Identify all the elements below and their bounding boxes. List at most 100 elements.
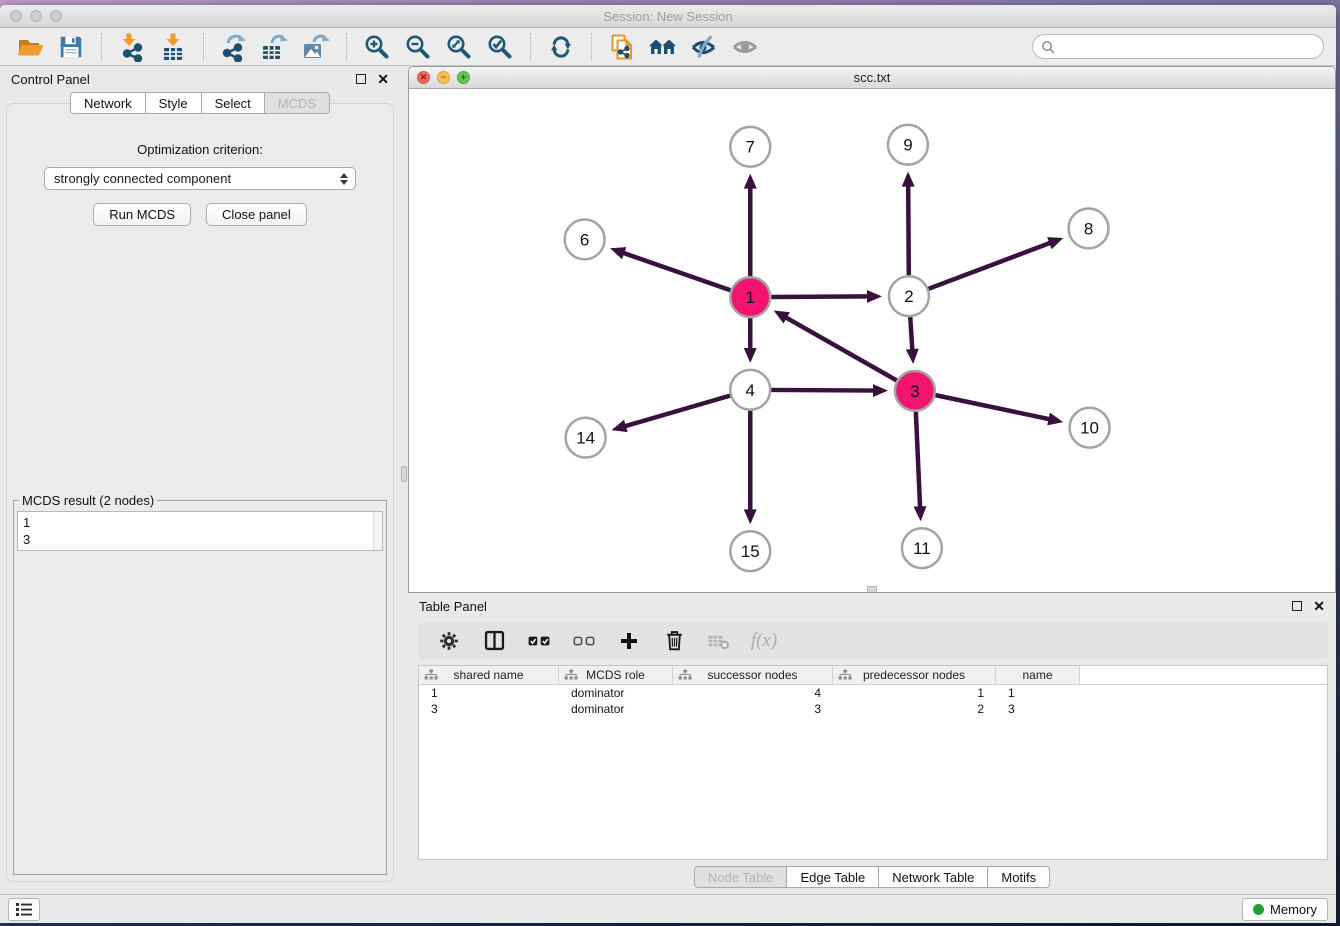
duplicate-network-icon xyxy=(607,32,637,62)
import-table-button[interactable] xyxy=(155,31,191,63)
task-history-button[interactable] xyxy=(8,898,40,921)
column-header-name[interactable]: name xyxy=(996,666,1080,684)
duplicate-network-button[interactable] xyxy=(604,31,640,63)
table-cell[interactable]: 3 xyxy=(419,701,559,717)
close-panel-icon[interactable]: ✕ xyxy=(377,74,389,84)
panel-splitter[interactable] xyxy=(400,66,408,894)
tab-network-table[interactable]: Network Table xyxy=(878,866,988,888)
table-cell[interactable]: 4 xyxy=(673,685,833,701)
hide-all-columns-button[interactable] xyxy=(569,626,599,656)
table-cell[interactable]: dominator xyxy=(559,701,673,717)
zoom-selected-button[interactable] xyxy=(482,31,518,63)
export-network-button[interactable] xyxy=(216,31,252,63)
table-cell[interactable]: 1 xyxy=(419,685,559,701)
export-image-button[interactable] xyxy=(298,31,334,63)
tab-motifs[interactable]: Motifs xyxy=(987,866,1050,888)
tab-node-table[interactable]: Node Table xyxy=(694,866,788,888)
show-graphics-details-button[interactable] xyxy=(727,31,763,63)
run-mcds-button[interactable]: Run MCDS xyxy=(93,203,191,226)
graph-edge-4-3[interactable] xyxy=(771,384,888,397)
first-neighbors-button[interactable] xyxy=(645,31,681,63)
search-field[interactable] xyxy=(1032,34,1324,59)
network-canvas[interactable]: 7 9 6 8 1 2 4 3 14 10 15 11 xyxy=(409,89,1335,592)
graph-edge-1-7[interactable] xyxy=(744,174,757,277)
column-header-MCDS-role[interactable]: MCDS role xyxy=(559,666,673,684)
table-cell[interactable]: 3 xyxy=(673,701,833,717)
criterion-select[interactable]: strongly connected component xyxy=(44,167,356,190)
graph-node-10[interactable]: 10 xyxy=(1070,408,1110,448)
table-cell[interactable]: 1 xyxy=(833,685,996,701)
node-table-body: 1dominator4113dominator323 xyxy=(419,685,1327,717)
graph-node-6[interactable]: 6 xyxy=(565,219,605,259)
graph-node-11[interactable]: 11 xyxy=(902,528,942,568)
column-header-successor-nodes[interactable]: successor nodes xyxy=(673,666,833,684)
close-panel-button[interactable]: Close panel xyxy=(206,203,307,226)
search-input[interactable] xyxy=(1060,39,1315,54)
zoom-out-button[interactable] xyxy=(400,31,436,63)
table-row[interactable]: 1dominator411 xyxy=(419,685,1327,701)
network-maximize-icon[interactable]: + xyxy=(457,71,470,84)
graph-edge-3-1[interactable] xyxy=(774,310,897,380)
graph-edge-4-15[interactable] xyxy=(744,411,757,525)
zoom-fit-button[interactable] xyxy=(441,31,477,63)
network-close-icon[interactable]: ✕ xyxy=(417,71,430,84)
tab-edge-table[interactable]: Edge Table xyxy=(786,866,879,888)
zoom-in-button[interactable] xyxy=(359,31,395,63)
graph-node-15[interactable]: 15 xyxy=(730,531,770,571)
hide-graphics-details-button[interactable] xyxy=(686,31,722,63)
graph-node-14[interactable]: 14 xyxy=(566,418,606,458)
graph-node-4[interactable]: 4 xyxy=(730,370,770,410)
table-row[interactable]: 3dominator323 xyxy=(419,701,1327,717)
graph-node-2[interactable]: 2 xyxy=(889,276,929,316)
tab-network[interactable]: Network xyxy=(70,92,146,114)
float-table-panel-icon[interactable] xyxy=(1292,601,1302,611)
graph-edge-3-10[interactable] xyxy=(935,395,1063,425)
tab-select[interactable]: Select xyxy=(201,92,265,114)
graph-edge-1-4[interactable] xyxy=(744,318,757,363)
open-file-button[interactable] xyxy=(12,31,48,63)
graph-edge-2-9[interactable] xyxy=(902,172,915,276)
graph-node-8[interactable]: 8 xyxy=(1069,209,1109,249)
float-panel-icon[interactable] xyxy=(356,74,366,84)
zoom-in-icon xyxy=(362,32,392,62)
graph-edge-3-11[interactable] xyxy=(914,412,927,522)
graph-edge-2-3[interactable] xyxy=(906,317,919,364)
window-minimize-icon[interactable] xyxy=(30,10,42,22)
graph-edge-1-2[interactable] xyxy=(771,290,882,303)
graph-edge-1-6[interactable] xyxy=(610,247,730,290)
import-network-button[interactable] xyxy=(114,31,150,63)
toolbar-separator xyxy=(203,33,204,61)
result-scrollbar[interactable] xyxy=(373,512,382,550)
graph-edge-2-8[interactable] xyxy=(929,237,1064,289)
splitter-handle-icon[interactable] xyxy=(401,466,407,482)
create-column-button[interactable] xyxy=(614,626,644,656)
column-header-predecessor-nodes[interactable]: predecessor nodes xyxy=(833,666,996,684)
window-close-icon[interactable] xyxy=(10,10,22,22)
table-cell[interactable]: 1 xyxy=(996,685,1080,701)
memory-button[interactable]: Memory xyxy=(1242,898,1328,921)
column-header-shared-name[interactable]: shared name xyxy=(419,666,559,684)
tab-style[interactable]: Style xyxy=(145,92,202,114)
delete-column-button[interactable] xyxy=(659,626,689,656)
canvas-resize-handle-icon[interactable] xyxy=(867,586,877,592)
window-zoom-icon[interactable] xyxy=(50,10,62,22)
save-session-button[interactable] xyxy=(53,31,89,63)
table-options-button[interactable] xyxy=(434,626,464,656)
table-cell[interactable]: 2 xyxy=(833,701,996,717)
graph-edge-4-14[interactable] xyxy=(611,396,730,432)
split-table-view-button[interactable] xyxy=(479,626,509,656)
table-cell[interactable]: 3 xyxy=(996,701,1080,717)
tab-mcds[interactable]: MCDS xyxy=(264,92,330,114)
network-minimize-icon[interactable]: − xyxy=(437,71,450,84)
show-all-columns-button[interactable] xyxy=(524,626,554,656)
main-toolbar xyxy=(0,28,1336,66)
graph-node-7[interactable]: 7 xyxy=(730,127,770,167)
graph-node-1[interactable]: 1 xyxy=(730,277,770,317)
graph-node-9[interactable]: 9 xyxy=(888,125,928,165)
apply-layout-button[interactable] xyxy=(543,31,579,63)
export-table-button[interactable] xyxy=(257,31,293,63)
close-table-panel-icon[interactable]: ✕ xyxy=(1313,601,1325,611)
graph-node-3[interactable]: 3 xyxy=(895,371,935,411)
table-cell[interactable]: dominator xyxy=(559,685,673,701)
delete-table-button xyxy=(704,626,734,656)
